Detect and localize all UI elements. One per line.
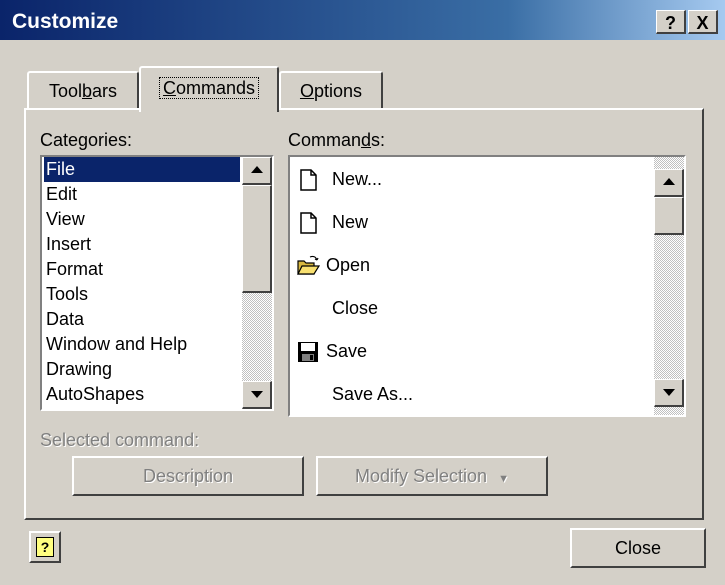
title-close-button[interactable]: X — [688, 10, 718, 34]
open-folder-icon — [297, 255, 320, 275]
scroll-thumb[interactable] — [654, 197, 684, 235]
arrow-down-icon — [663, 389, 675, 396]
tab-commands[interactable]: Commands — [139, 66, 279, 112]
customize-dialog: Customize ? X Toolbars Commands Options … — [0, 0, 725, 585]
button-label: Description — [142, 466, 234, 486]
commands-listbox[interactable]: New... New Open Close Save Save As... — [288, 155, 686, 417]
category-item[interactable]: AutoShapes — [44, 382, 240, 407]
tab-label: Commands — [158, 77, 260, 99]
command-label: New... — [332, 169, 383, 189]
command-label: Save As... — [332, 384, 414, 404]
category-item[interactable]: Edit — [44, 182, 240, 207]
title-help-button[interactable]: ? — [656, 10, 686, 34]
close-icon: X — [696, 13, 709, 33]
description-button[interactable]: Description — [72, 456, 304, 496]
arrow-down-icon — [251, 391, 263, 398]
category-item[interactable]: File — [44, 157, 240, 182]
button-label: Modify Selection — [355, 466, 488, 486]
category-item[interactable]: View — [44, 207, 240, 232]
arrow-up-icon — [663, 178, 675, 185]
category-item[interactable]: Drawing — [44, 357, 240, 382]
category-item[interactable]: Window and Help — [44, 332, 240, 357]
tab-label: Toolbars — [48, 81, 118, 101]
command-label: New — [332, 212, 369, 232]
tab-options[interactable]: Options — [279, 71, 383, 108]
arrow-up-icon — [251, 166, 263, 173]
category-item[interactable]: Insert — [44, 232, 240, 257]
tab-toolbars[interactable]: Toolbars — [27, 71, 139, 108]
command-label: Open — [326, 255, 371, 275]
tab-label: Options — [299, 81, 363, 101]
commands-scrollbar[interactable] — [654, 157, 684, 415]
help-button[interactable]: ? — [29, 531, 61, 563]
scroll-up-button[interactable] — [654, 169, 684, 197]
save-disk-icon — [298, 342, 318, 362]
dropdown-arrow-icon: ▼ — [498, 473, 509, 485]
categories-scrollbar[interactable] — [242, 157, 272, 409]
help-icon: ? — [36, 537, 54, 557]
scroll-down-button[interactable] — [242, 381, 272, 409]
new-document-icon — [300, 212, 317, 234]
modify-selection-button[interactable]: Modify Selection ▼ — [316, 456, 548, 496]
title-bar[interactable]: Customize — [0, 0, 725, 40]
new-document-icon — [300, 169, 317, 191]
scroll-thumb[interactable] — [242, 185, 272, 293]
selected-command-label: Selected command: — [40, 430, 200, 450]
scroll-down-button[interactable] — [654, 379, 684, 407]
category-item[interactable]: Tools — [44, 282, 240, 307]
category-item[interactable]: Format — [44, 257, 240, 282]
scroll-up-button[interactable] — [242, 157, 272, 185]
categories-label: Categories: — [40, 130, 133, 150]
commands-tab-panel: Categories: Commands: File Edit View Ins… — [24, 108, 704, 520]
categories-listbox[interactable]: File Edit View Insert Format Tools Data … — [40, 155, 274, 411]
command-label: Save — [326, 341, 368, 361]
commands-label: Commands: — [288, 130, 386, 150]
command-label: Close — [332, 298, 379, 318]
button-label: Close — [614, 538, 662, 558]
category-item[interactable]: Data — [44, 307, 240, 332]
question-mark-icon: ? — [665, 13, 676, 33]
window-title: Customize — [12, 10, 119, 33]
close-button[interactable]: Close — [570, 528, 706, 568]
